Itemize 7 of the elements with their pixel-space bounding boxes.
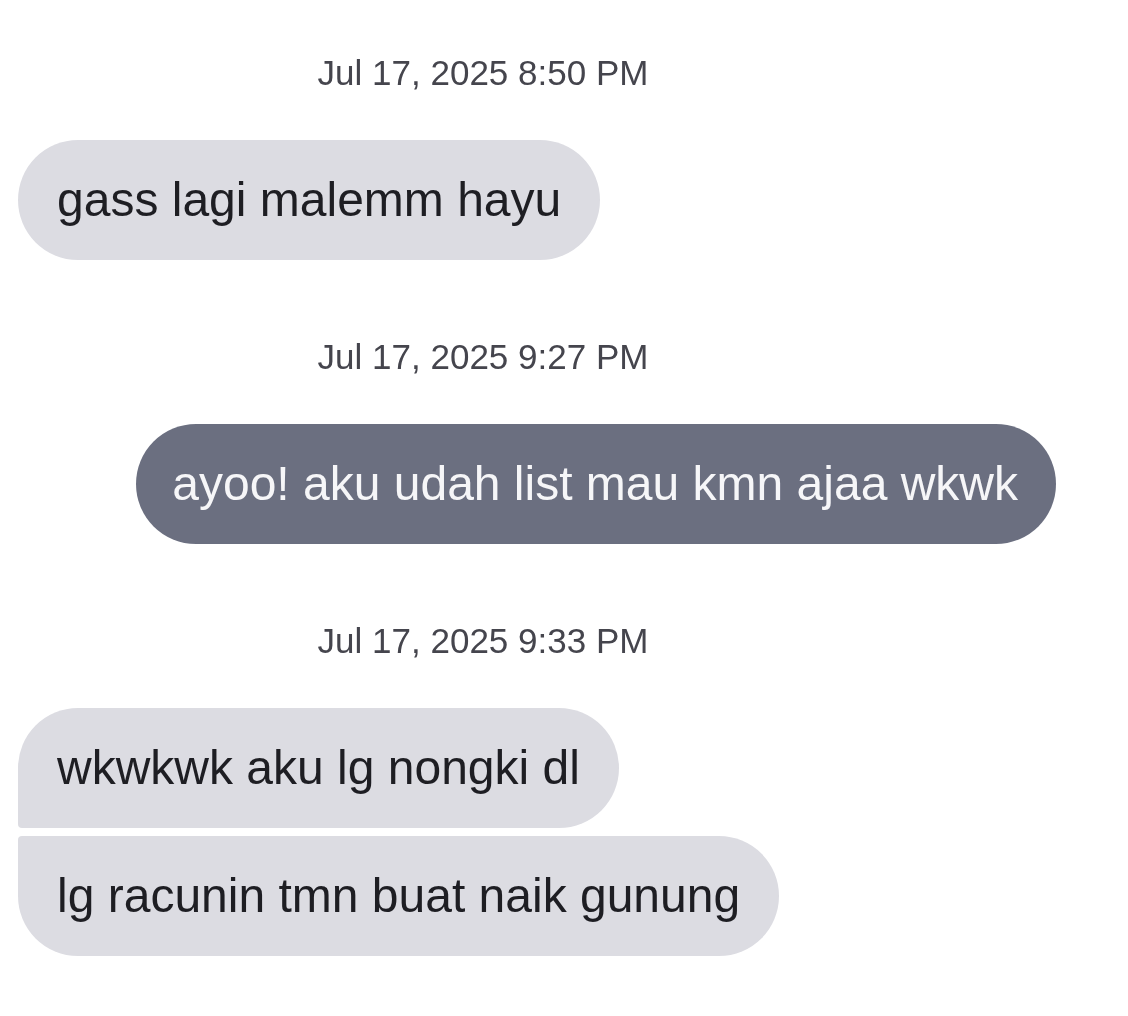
timestamp: Jul 17, 2025 9:27 PM: [317, 336, 649, 378]
timestamp: Jul 17, 2025 8:50 PM: [317, 52, 649, 94]
timestamp: Jul 17, 2025 9:33 PM: [317, 620, 649, 662]
sent-message-bubble: ayoo! aku udah list mau kmn ajaa wkwk: [136, 424, 1056, 544]
received-message-bubble: lg racunin tmn buat naik gunung: [18, 836, 780, 956]
received-message-bubble: wkwkwk aku lg nongki dl: [18, 708, 619, 828]
received-message-bubble: gass lagi malemm hayu: [18, 140, 601, 260]
